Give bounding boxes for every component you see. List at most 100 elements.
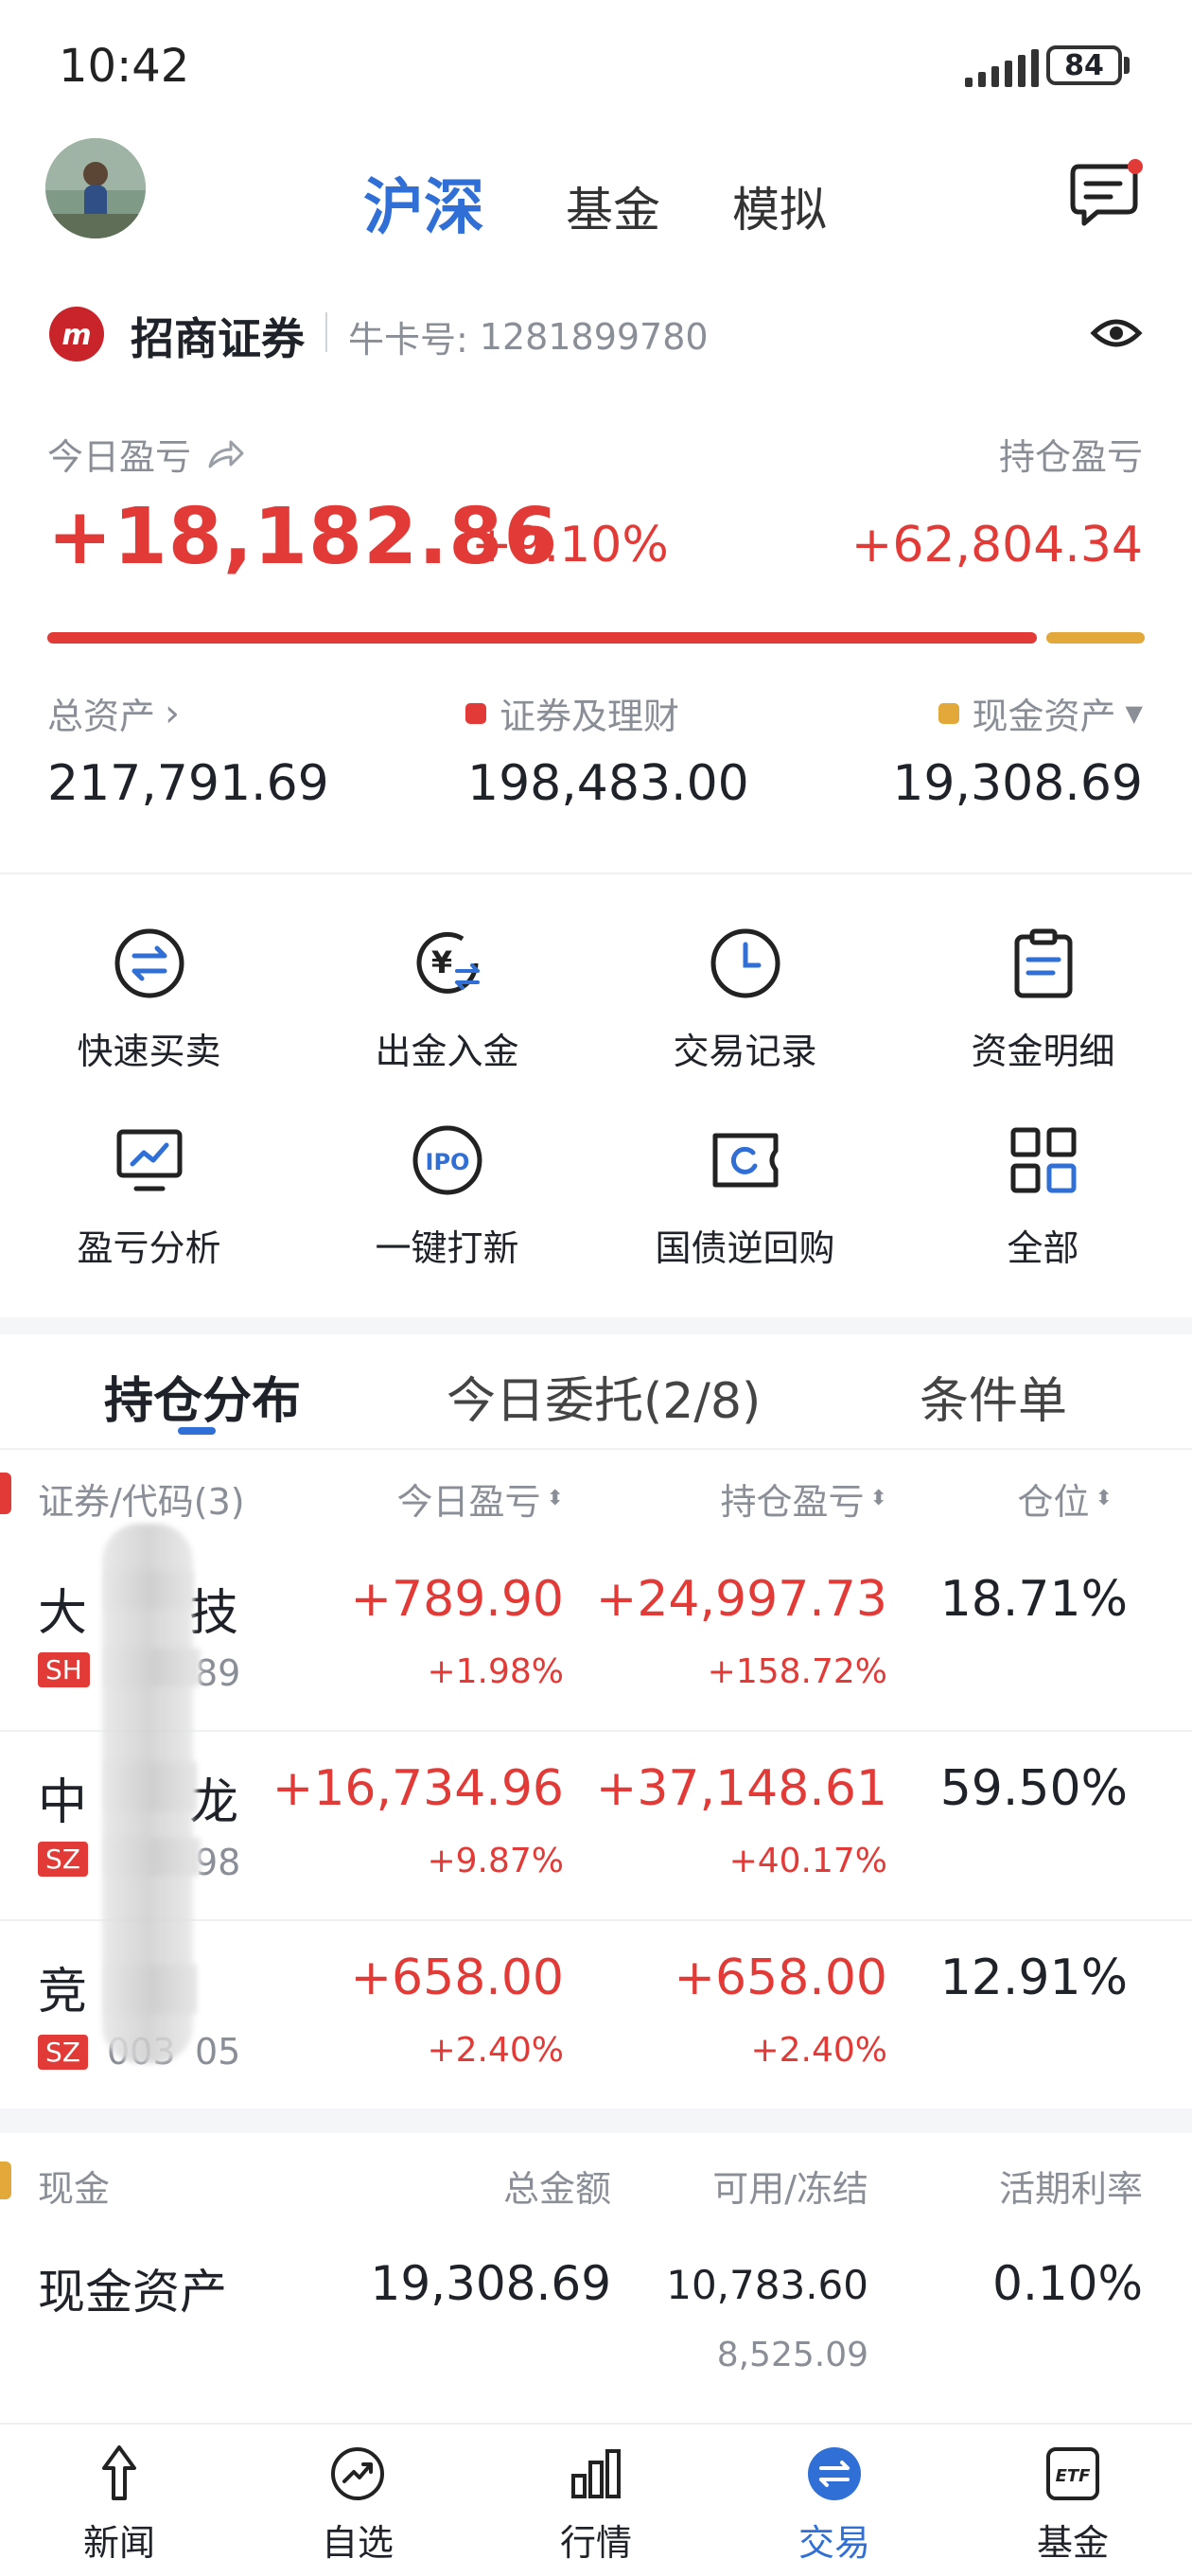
cash-assets-dropdown[interactable]: 现金资产 ▼	[938, 687, 1143, 739]
today-profit: +16,734.96	[272, 1760, 564, 1817]
eye-icon[interactable]	[1090, 312, 1143, 358]
col-security-code: 证券/代码(3)	[38, 1481, 245, 1523]
position-ratio: 18.71%	[939, 1571, 1128, 1628]
ticket-icon	[708, 1122, 783, 1198]
cash-rate: 0.10%	[992, 2256, 1143, 2311]
today-profit-percent: +9.10%	[471, 517, 669, 573]
hold-profit: +658.00	[674, 1950, 887, 2006]
divider	[0, 1448, 1192, 1450]
divider	[0, 873, 1192, 874]
card-number: 1281899780	[479, 315, 709, 358]
col-today-profit-sort[interactable]: 今日盈亏 ⬍	[397, 1473, 564, 1525]
securities-legend-dot	[465, 702, 486, 724]
tab-conditional-orders[interactable]: 条件单	[920, 1361, 1067, 1432]
nav-fund[interactable]: ETF 基金	[954, 2444, 1192, 2566]
col-position: 仓位	[1017, 1481, 1090, 1523]
total-assets-label: 总资产	[47, 696, 156, 737]
today-profit-pct: +2.40%	[427, 2031, 564, 2070]
divider	[325, 312, 327, 352]
securities-ratio-bar	[47, 632, 1037, 644]
cash-value: 19,308.69	[892, 755, 1143, 812]
all-functions-button[interactable]: 全部	[894, 1122, 1192, 1271]
cash-legend-dot	[938, 702, 959, 724]
profit-analysis-button[interactable]: 盈亏分析	[0, 1122, 298, 1271]
nav-news[interactable]: 新闻	[0, 2444, 238, 2566]
col-interest-rate: 活期利率	[998, 2168, 1143, 2210]
tab-shenzhen-shanghai[interactable]: 沪深	[363, 159, 484, 246]
col-position-sort[interactable]: 仓位 ⬍	[1018, 1473, 1113, 1525]
hold-profit-pct: +2.40%	[750, 2031, 887, 2070]
avatar[interactable]	[45, 138, 146, 238]
clipboard-icon	[1006, 926, 1081, 1001]
nav-label: 交易	[798, 2522, 870, 2564]
quick-action-label: 快速买卖	[77, 1031, 221, 1072]
col-hold-profit: 持仓盈亏	[720, 1481, 865, 1523]
quick-action-label: 全部	[1007, 1227, 1079, 1269]
tab-simulation[interactable]: 模拟	[732, 172, 827, 240]
privacy-blur	[106, 1571, 193, 1609]
col-today-profit: 今日盈亏	[396, 1481, 541, 1523]
total-assets-link[interactable]: 总资产 ›	[47, 687, 180, 739]
broker-logo: m	[49, 307, 104, 362]
privacy-blur	[106, 1762, 197, 1811]
position-ratio: 59.50%	[939, 1760, 1128, 1817]
privacy-blur	[106, 1838, 201, 1876]
market-badge: SH	[38, 1652, 90, 1687]
svg-text:m: m	[61, 319, 91, 352]
yuan-transfer-icon: ¥	[410, 926, 485, 1001]
stock-name-start: 中	[38, 1774, 88, 1831]
nav-watchlist[interactable]: 自选	[238, 2444, 477, 2566]
deposit-withdraw-button[interactable]: ¥ 出金入金	[298, 926, 596, 1074]
market-badge: SZ	[38, 2034, 88, 2070]
battery-icon: 84	[1046, 45, 1122, 85]
stock-name-start: 竞	[38, 1964, 88, 2020]
ipo-subscribe-button[interactable]: IPO 一键打新	[298, 1122, 596, 1271]
today-profit-pct: +9.87%	[427, 1842, 564, 1880]
stock-code-end: 05	[195, 2031, 241, 2073]
tab-fund[interactable]: 基金	[566, 172, 660, 240]
cash-ratio-bar	[1046, 632, 1145, 644]
tab-holdings[interactable]: 持仓分布	[104, 1361, 301, 1432]
today-profit-pct: +1.98%	[427, 1652, 564, 1691]
tab-today-orders[interactable]: 今日委托(2/8)	[447, 1361, 761, 1432]
securities-value: 198,483.00	[467, 755, 749, 812]
hold-profit-pct: +158.72%	[707, 1652, 887, 1691]
svg-text:¥: ¥	[430, 944, 451, 980]
fund-details-button[interactable]: 资金明细	[894, 926, 1192, 1074]
chevron-right-icon: ›	[165, 691, 181, 735]
bottom-nav: 新闻 自选 行情 交易 ETF 基金	[0, 2423, 1192, 2576]
clock-icon	[708, 926, 783, 1001]
hold-profit-pct: +40.17%	[728, 1842, 887, 1880]
sort-icon: ⬍	[869, 1487, 887, 1510]
share-icon[interactable]	[206, 438, 244, 470]
monitor-chart-icon	[112, 1122, 187, 1198]
svg-text:ETF: ETF	[1056, 2466, 1092, 2486]
position-ratio: 12.91%	[939, 1950, 1128, 2006]
stock-code-end: 98	[195, 1842, 241, 1883]
quick-buy-sell-button[interactable]: 快速买卖	[0, 926, 298, 1074]
nav-market[interactable]: 行情	[477, 2444, 715, 2566]
quick-action-label: 一键打新	[375, 1227, 519, 1269]
trade-history-button[interactable]: 交易记录	[596, 926, 894, 1074]
card-label: 牛卡号:	[348, 319, 468, 361]
battery-level: 84	[1064, 48, 1104, 82]
cash-row[interactable]: 现金资产 19,308.69 10,783.60 8,525.09 0.10%	[0, 2243, 1192, 2404]
today-profit: +789.90	[350, 1571, 564, 1628]
sort-icon: ⬍	[546, 1487, 564, 1510]
col-hold-profit-sort[interactable]: 持仓盈亏 ⬍	[721, 1473, 887, 1525]
stock-name-start: 大	[38, 1585, 88, 1642]
cash-total: 19,308.69	[370, 2256, 611, 2311]
cash-available: 10,783.60	[666, 2262, 868, 2308]
market-icon	[566, 2444, 626, 2504]
hold-profit-value: +62,804.34	[850, 517, 1143, 573]
message-icon[interactable]	[1069, 159, 1145, 231]
grid-icon	[1006, 1122, 1081, 1198]
stock-code-end: 89	[195, 1652, 241, 1694]
cash-row-label: 现金资产	[38, 2265, 227, 2320]
reverse-repo-button[interactable]: 国债逆回购	[596, 1122, 894, 1271]
quick-action-label: 盈亏分析	[77, 1227, 221, 1269]
cash-label: 现金资产	[972, 696, 1116, 737]
quick-action-label: 国债逆回购	[655, 1227, 835, 1269]
nav-trade[interactable]: 交易	[715, 2444, 954, 2566]
watchlist-icon	[327, 2444, 388, 2504]
